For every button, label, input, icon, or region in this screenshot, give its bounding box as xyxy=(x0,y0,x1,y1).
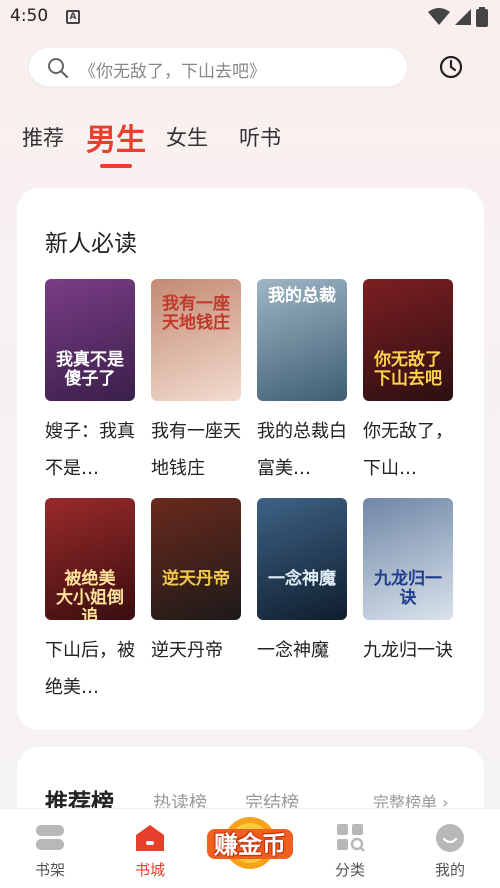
history-clock-icon[interactable] xyxy=(438,54,464,80)
book-item[interactable]: 我真不是 傻子了嫂子：我真不是… xyxy=(45,279,137,487)
nav-label-bookshelf: 书架 xyxy=(34,861,65,879)
status-time: 4:50 xyxy=(10,6,49,26)
active-tab-indicator xyxy=(100,164,132,168)
book-title: 九龙归一诀 xyxy=(363,640,453,661)
category-tabs: 推荐 男生 女生 听书 xyxy=(0,112,500,172)
book-item[interactable]: 你无敌了 下山去吧你无敌了，下山… xyxy=(363,279,455,487)
book-item[interactable]: 一念神魔 一念神魔 xyxy=(257,498,349,669)
book-cover[interactable]: 你无敌了 下山去吧 xyxy=(363,279,453,401)
signal-icon xyxy=(455,9,471,25)
book-cover-title: 我真不是 傻子了 xyxy=(56,350,124,389)
book-cover-title: 九龙归一诀 xyxy=(374,569,442,608)
book-item[interactable]: 我有一座 天地钱庄我有一座天地钱庄 xyxy=(151,279,243,487)
status-bar: 4:50 A xyxy=(0,0,500,34)
tab-male[interactable]: 男生 xyxy=(86,115,146,159)
earn-coins-label: 赚金币 xyxy=(214,831,286,859)
book-cover-title: 逆天丹帝 xyxy=(162,569,230,589)
nav-label-profile: 我的 xyxy=(434,861,465,879)
book-item[interactable]: 我的总裁我的总裁白富美… xyxy=(257,279,349,487)
book-title: 下山后，被绝美… xyxy=(45,640,135,698)
nav-category[interactable]: 分类 xyxy=(310,809,390,888)
book-item[interactable]: 被绝美 大小姐倒追下山后，被绝美… xyxy=(45,498,137,706)
tab-recommend[interactable]: 推荐 xyxy=(22,122,64,152)
book-cover[interactable]: 逆天丹帝 xyxy=(151,498,241,620)
status-icons xyxy=(428,7,488,27)
book-cover-title: 你无敌了 下山去吧 xyxy=(374,350,442,389)
book-cover-title: 被绝美 大小姐倒追 xyxy=(56,569,124,621)
nav-label-bookstore: 书城 xyxy=(134,861,165,879)
book-title: 嫂子：我真不是… xyxy=(45,421,135,479)
book-title: 一念神魔 xyxy=(257,640,329,661)
book-item[interactable]: 逆天丹帝 逆天丹帝 xyxy=(151,498,243,669)
search-placeholder: 《你无敌了，下山去吧》 xyxy=(79,62,266,82)
profile-icon xyxy=(436,824,464,852)
bookstore-icon xyxy=(136,825,164,851)
book-cover[interactable]: 我有一座 天地钱庄 xyxy=(151,279,241,401)
battery-icon xyxy=(476,7,488,27)
book-cover-title: 我的总裁 xyxy=(268,286,336,306)
book-title: 逆天丹帝 xyxy=(151,640,223,661)
book-cover-title: 一念神魔 xyxy=(268,569,336,589)
book-cover[interactable]: 我真不是 傻子了 xyxy=(45,279,135,401)
bookshelf-icon xyxy=(36,825,64,850)
nav-profile[interactable]: 我的 xyxy=(410,809,490,888)
search-icon xyxy=(48,58,69,79)
nav-bookstore[interactable]: 书城 xyxy=(110,809,190,888)
book-title: 我有一座天地钱庄 xyxy=(151,421,241,479)
search-input[interactable]: 《你无敌了，下山去吧》 xyxy=(28,47,408,87)
book-item[interactable]: 九龙归一诀 九龙归一诀 xyxy=(363,498,455,669)
book-cover[interactable]: 九龙归一诀 xyxy=(363,498,453,620)
book-cover[interactable]: 我的总裁 xyxy=(257,279,347,401)
tab-audiobook[interactable]: 听书 xyxy=(239,122,281,152)
book-cover[interactable]: 被绝美 大小姐倒追 xyxy=(45,498,135,620)
book-title: 你无敌了，下山… xyxy=(363,421,453,479)
earn-coins-button[interactable]: 赚金币 xyxy=(205,813,295,873)
tab-female[interactable]: 女生 xyxy=(166,122,208,152)
wifi-icon xyxy=(428,8,450,25)
book-cover[interactable]: 一念神魔 xyxy=(257,498,347,620)
book-title: 我的总裁白富美… xyxy=(257,421,347,479)
new-reader-section: 新人必读 我真不是 傻子了 嫂子：我真不是… 我有一座 天地钱庄 我有一座天地钱庄 我的… xyxy=(17,188,484,730)
book-cover-title: 我有一座 天地钱庄 xyxy=(162,294,230,333)
nav-bookshelf[interactable]: 书架 xyxy=(10,809,90,888)
section-title: 新人必读 xyxy=(45,231,137,257)
nav-label-category: 分类 xyxy=(334,861,365,879)
category-icon xyxy=(337,824,365,852)
notification-a-icon: A xyxy=(66,10,80,24)
